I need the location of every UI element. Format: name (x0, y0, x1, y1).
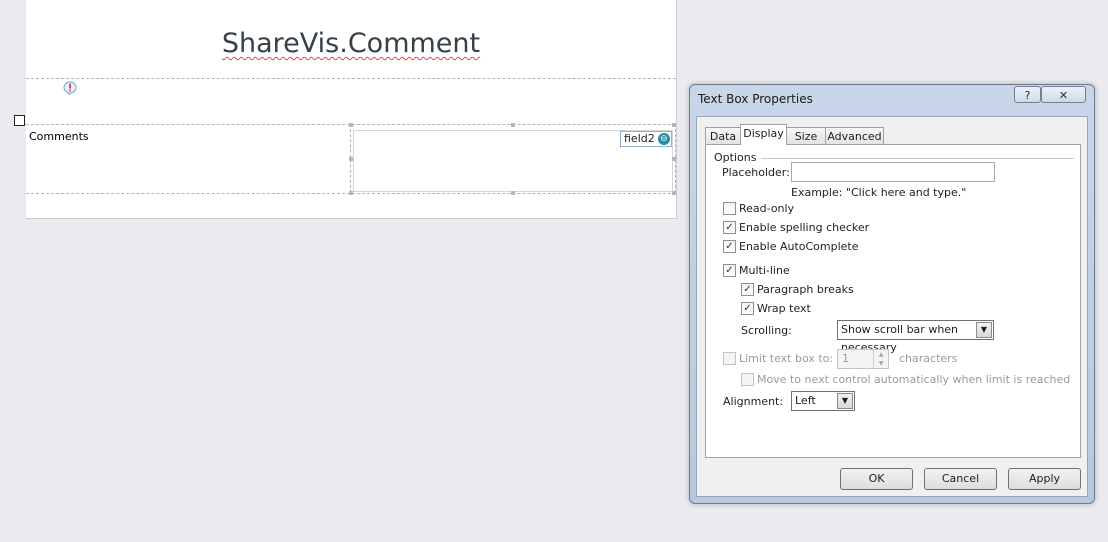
paragraph-breaks-checkbox[interactable]: ✓ (741, 283, 754, 296)
resize-handle[interactable] (672, 157, 676, 161)
resize-handle[interactable] (511, 191, 515, 195)
options-group-label: Options (714, 151, 757, 164)
section-divider (26, 78, 676, 79)
scrolling-label: Scrolling: (741, 324, 792, 337)
field-tag[interactable]: field2 ⊖ (620, 131, 672, 147)
cancel-button[interactable]: Cancel (924, 468, 997, 490)
placeholder-label: Placeholder: (722, 166, 790, 179)
tab-data[interactable]: Data (705, 127, 741, 144)
wrap-text-checkbox[interactable]: ✓ (741, 302, 754, 315)
form-title[interactable]: ShareVis.Comment (26, 28, 676, 59)
chevron-down-icon[interactable]: ▼ (837, 393, 853, 409)
tab-advanced[interactable]: Advanced (825, 127, 884, 144)
multiline-checkbox[interactable]: ✓ (723, 264, 736, 277)
autocomplete-label[interactable]: Enable AutoComplete (739, 240, 859, 253)
form-canvas[interactable]: ShareVis.Comment Comments field2 ⊖ (26, 0, 677, 219)
resize-handle[interactable] (349, 191, 353, 195)
ok-button[interactable]: OK (840, 468, 913, 490)
wrap-text-label[interactable]: Wrap text (757, 302, 811, 315)
apply-button[interactable]: Apply (1008, 468, 1081, 490)
spelling-label[interactable]: Enable spelling checker (739, 221, 869, 234)
placeholder-input[interactable] (791, 162, 995, 182)
multiline-label[interactable]: Multi-line (739, 264, 790, 277)
display-tab-panel: Options Placeholder: Example: "Click her… (705, 144, 1081, 458)
move-next-checkbox[interactable] (741, 373, 754, 386)
dialog-title: Text Box Properties (698, 92, 813, 106)
resize-handle[interactable] (349, 157, 353, 161)
stepper-down-icon[interactable]: ▼ (873, 359, 888, 368)
spelling-checkbox[interactable]: ✓ (723, 221, 736, 234)
autocomplete-checkbox[interactable]: ✓ (723, 240, 736, 253)
alignment-label: Alignment: (723, 395, 784, 408)
tab-size[interactable]: Size (786, 127, 826, 144)
resize-handle[interactable] (349, 123, 353, 127)
paragraph-breaks-label[interactable]: Paragraph breaks (757, 283, 854, 296)
resize-handle[interactable] (672, 191, 676, 195)
stepper-up-icon[interactable]: ▲ (873, 350, 888, 359)
field-tag-label: field2 (624, 132, 655, 145)
limit-label: Limit text box to: (739, 352, 834, 365)
help-button[interactable]: ? (1014, 86, 1041, 103)
limit-value: 1 (842, 352, 849, 365)
read-only-checkbox[interactable] (723, 202, 736, 215)
limit-stepper[interactable]: 1 ▲ ▼ (837, 349, 889, 369)
text-box-properties-dialog: Text Box Properties ? ✕ Data Display Siz… (689, 84, 1095, 504)
options-group-divider (761, 158, 1074, 159)
comments-label[interactable]: Comments (29, 130, 89, 143)
warning-icon[interactable] (63, 81, 77, 95)
dialog-client-area: Data Display Size Advanced Options Place… (696, 116, 1088, 497)
resize-handle[interactable] (672, 123, 676, 127)
resize-handle[interactable] (511, 123, 515, 127)
alignment-select-value: Left (795, 394, 816, 407)
form-title-text[interactable]: ShareVis.Comment (222, 28, 480, 59)
limit-unit-label: characters (899, 352, 958, 365)
scrolling-select[interactable]: Show scroll bar when necessary ▼ (837, 320, 994, 354)
read-only-label[interactable]: Read-only (739, 202, 794, 215)
field-options-icon[interactable]: ⊖ (657, 133, 670, 145)
table-select-handle[interactable] (14, 115, 25, 126)
close-button[interactable]: ✕ (1041, 86, 1086, 103)
move-next-label: Move to next control automatically when … (757, 373, 1071, 386)
alignment-select[interactable]: Left ▼ (791, 391, 855, 411)
tab-display[interactable]: Display (740, 124, 787, 145)
limit-checkbox[interactable] (723, 352, 736, 365)
placeholder-example: Example: "Click here and type." (791, 186, 967, 199)
chevron-down-icon[interactable]: ▼ (976, 322, 992, 338)
